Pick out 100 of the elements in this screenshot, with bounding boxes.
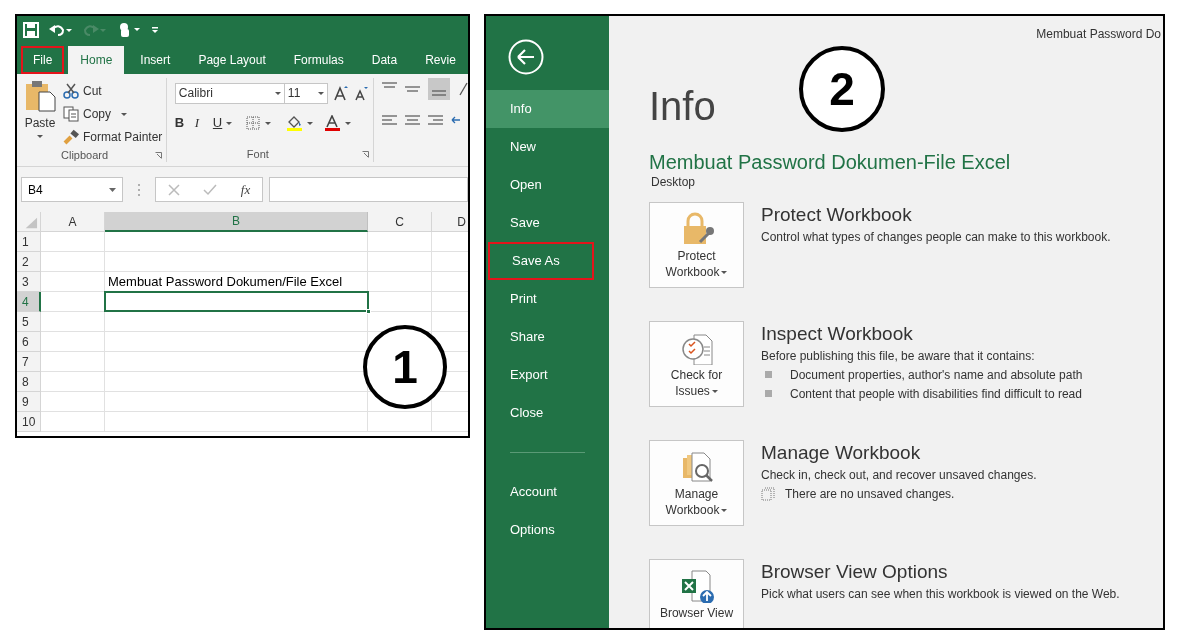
- customize-toolbar-icon: [151, 26, 159, 34]
- ribbon-command[interactable]: Cut: [63, 81, 163, 101]
- bullet-square-icon: [765, 371, 772, 378]
- menu-item[interactable]: Info: [486, 90, 609, 128]
- font-name-dropdown[interactable]: Calibri: [174, 82, 285, 104]
- table-cell[interactable]: Membuat Password Dokumen/File Excel: [105, 272, 368, 291]
- menu-item[interactable]: Save As: [488, 242, 594, 280]
- scissors-icon: [63, 83, 79, 99]
- group-label: Clipboard: [61, 147, 109, 163]
- clipboard-icon: [24, 80, 56, 112]
- align-left-icon: [382, 115, 397, 125]
- caret-icon: [721, 509, 728, 513]
- caret-icon: [274, 91, 281, 95]
- document-title: Membuat Password Dokumen-File Excel: [649, 150, 1012, 174]
- cancel-icon: [167, 183, 180, 196]
- menu-item[interactable]: Close: [486, 394, 609, 432]
- step-number: 1: [363, 325, 447, 409]
- section-description: Control what types of changes people can make to this workbook.: [761, 229, 1111, 246]
- select-all-corner: [17, 212, 41, 232]
- menu-item[interactable]: New: [486, 128, 609, 166]
- row-header[interactable]: 2: [17, 252, 41, 272]
- save-icon: [23, 22, 39, 38]
- workbook-action-button[interactable]: Browser View: [649, 559, 744, 628]
- ribbon-command[interactable]: Copy: [63, 104, 163, 124]
- note-text: There are no unsaved changes.: [785, 486, 955, 503]
- font-size-dropdown[interactable]: 11: [284, 82, 328, 104]
- fill-handle[interactable]: [366, 309, 371, 314]
- borders-icon: [246, 116, 273, 130]
- spreadsheet-upload-icon: [679, 569, 714, 603]
- section-description: Before publishing this file, be aware that it contains:: [761, 348, 1036, 365]
- orientation-icon: [458, 81, 468, 97]
- ribbon-tab[interactable]: Home: [68, 46, 125, 74]
- shrink-font-icon: [352, 85, 369, 101]
- section-description: Check in, check out, and recover unsaved changes.: [761, 467, 1037, 484]
- caret-icon: [121, 112, 127, 116]
- row-header[interactable]: 3: [17, 272, 41, 292]
- redo-icon: [83, 23, 107, 37]
- ribbon-command[interactable]: Format Painter: [63, 127, 163, 147]
- name-box[interactable]: B4: [21, 177, 123, 202]
- menu-item[interactable]: Options: [486, 511, 609, 549]
- caret-icon: [226, 121, 233, 125]
- ribbon-tab[interactable]: Data: [359, 46, 410, 74]
- menu-item[interactable]: Save: [486, 204, 609, 242]
- italic-button[interactable]: I: [194, 113, 203, 133]
- ribbon-tab[interactable]: Insert: [128, 46, 183, 74]
- menu-item[interactable]: Share: [486, 318, 609, 356]
- underline-button[interactable]: U: [212, 113, 233, 133]
- page-heading: Info: [649, 84, 716, 128]
- bullet-square-icon: [765, 390, 772, 397]
- row-header[interactable]: 9: [17, 392, 41, 412]
- row-header[interactable]: 7: [17, 352, 41, 372]
- caret-icon: [37, 135, 43, 138]
- workbook-action-button[interactable]: Check for Issues: [649, 321, 744, 407]
- row-header[interactable]: 10: [17, 412, 41, 432]
- row-header[interactable]: 5: [17, 312, 41, 332]
- touch-mode-icon: [117, 22, 141, 38]
- menu-item[interactable]: Open: [486, 166, 609, 204]
- enter-icon: [203, 183, 218, 196]
- section-description: Pick what users can see when this workbook is viewed on the Web.: [761, 586, 1120, 603]
- align-center-icon: [405, 115, 420, 125]
- menu-item[interactable]: Print: [486, 280, 609, 318]
- column-header[interactable]: B: [105, 212, 368, 232]
- step-number: 2: [799, 46, 885, 132]
- paintbrush-icon: [63, 129, 79, 145]
- middle-align-icon: [405, 86, 420, 92]
- ribbon-tab[interactable]: File: [21, 46, 65, 74]
- bold-button[interactable]: B: [174, 113, 185, 133]
- window-title: Membuat Password Do: [1036, 26, 1161, 43]
- workbook-action-button[interactable]: Manage Workbook: [649, 440, 744, 526]
- column-header[interactable]: C: [368, 212, 432, 232]
- ribbon-tab[interactable]: Page Layout: [186, 46, 278, 74]
- insert-function-button[interactable]: fx: [240, 179, 251, 200]
- menu-item[interactable]: Export: [486, 356, 609, 394]
- ribbon-tab[interactable]: Formulas: [281, 46, 356, 74]
- bottom-align-icon: [428, 78, 450, 100]
- section-title: Browser View Options: [761, 560, 949, 584]
- dialog-launcher-icon: [154, 151, 162, 159]
- dialog-launcher-icon: [362, 150, 369, 158]
- row-header[interactable]: 4: [17, 292, 41, 312]
- formula-input[interactable]: [269, 177, 468, 202]
- section-title: Manage Workbook: [761, 441, 922, 465]
- grip-icon: [137, 182, 141, 197]
- back-icon: [508, 39, 544, 75]
- row-header[interactable]: 8: [17, 372, 41, 392]
- checklist-document-icon: [679, 331, 714, 365]
- undo-icon: [49, 23, 73, 37]
- align-right-icon: [428, 115, 443, 125]
- menu-item[interactable]: Account: [486, 473, 609, 511]
- top-align-icon: [382, 82, 397, 88]
- caret-icon: [721, 271, 728, 275]
- row-header[interactable]: 6: [17, 332, 41, 352]
- workbook-action-button[interactable]: Protect Workbook: [649, 202, 744, 288]
- bullet-text: Content that people with disabilities find difficult to read: [790, 385, 1082, 403]
- bullet-text: Document properties, author's name and absolute path: [790, 366, 1083, 384]
- active-cell[interactable]: [105, 292, 368, 311]
- paste-button[interactable]: Paste: [17, 80, 63, 147]
- document-location: Desktop: [650, 174, 697, 190]
- grow-font-icon: [332, 85, 349, 101]
- ribbon-tab[interactable]: Revie: [413, 46, 468, 74]
- row-header[interactable]: 1: [17, 232, 41, 252]
